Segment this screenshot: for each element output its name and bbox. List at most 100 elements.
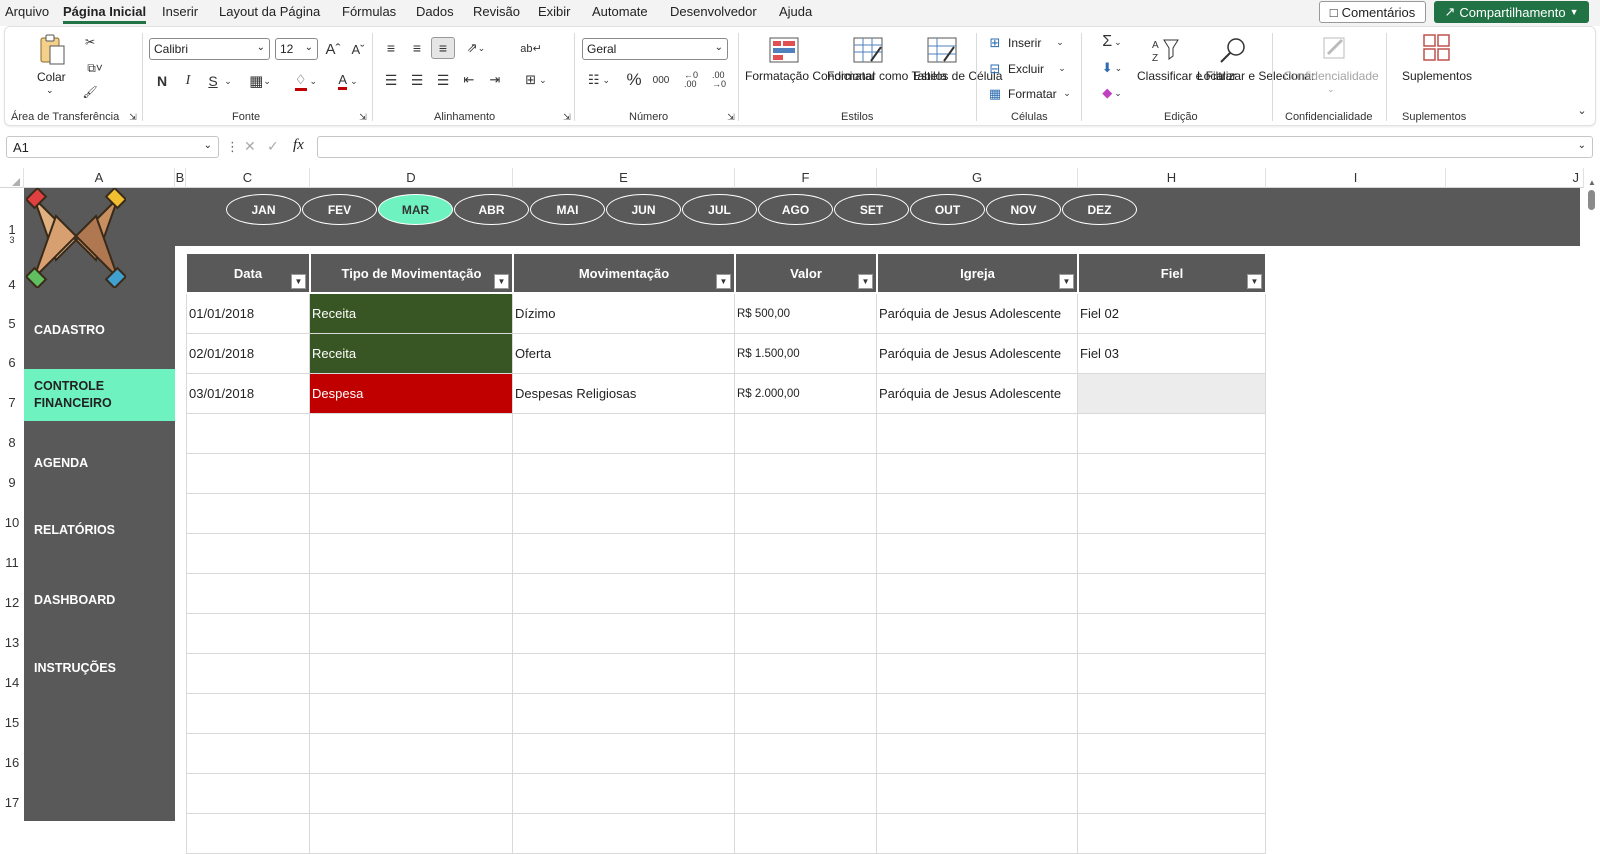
table-cell[interactable] — [877, 614, 1078, 654]
percent-icon[interactable]: % — [624, 70, 644, 90]
clipboard-launcher-icon[interactable]: ⇲ — [127, 111, 139, 123]
table-cell[interactable]: R$ 2.000,00 — [735, 374, 877, 414]
font-color-icon[interactable]: A ⌄ — [332, 71, 364, 91]
table-cell[interactable] — [877, 654, 1078, 694]
column-header-b[interactable]: B — [175, 168, 186, 188]
accounting-format-icon[interactable]: ☷ ⌄ — [582, 71, 616, 89]
chevron-down-icon[interactable]: ⌄ — [1057, 62, 1067, 74]
row-header[interactable]: 3 — [0, 236, 24, 245]
column-header-c[interactable]: C — [186, 168, 310, 188]
column-header-i[interactable]: I — [1266, 168, 1446, 188]
table-cell[interactable] — [513, 694, 735, 734]
table-cell[interactable]: R$ 500,00 — [735, 294, 877, 334]
sort-filter-icon[interactable]: AZ — [1150, 35, 1182, 65]
share-button[interactable]: ↗ Compartilhamento ▼ — [1434, 1, 1589, 23]
table-cell[interactable] — [877, 734, 1078, 774]
table-cell[interactable] — [877, 694, 1078, 734]
menu-formulas[interactable]: Fórmulas — [342, 4, 396, 19]
format-as-table-icon[interactable] — [852, 35, 884, 65]
find-select-icon[interactable] — [1217, 35, 1249, 65]
format-cells-icon[interactable]: ▦ — [986, 86, 1004, 102]
clear-icon[interactable]: ◆ ⌄ — [1097, 84, 1127, 102]
orientation-icon[interactable]: ⇗ ⌄ — [461, 39, 491, 57]
align-middle-icon[interactable]: ≡ — [408, 39, 426, 57]
table-cell[interactable] — [310, 414, 513, 454]
month-button-fev[interactable]: FEV — [302, 194, 377, 225]
insert-cells-label[interactable]: Inserir — [1008, 36, 1041, 51]
row-header[interactable]: 6 — [0, 355, 24, 370]
wrap-text-icon[interactable]: ab↵ — [520, 39, 541, 57]
row-header[interactable]: 11 — [0, 555, 24, 570]
row-header[interactable]: 9 — [0, 475, 24, 490]
format-cells-label[interactable]: Formatar — [1008, 87, 1057, 102]
table-cell[interactable] — [186, 814, 310, 854]
month-button-jul[interactable]: JUL — [682, 194, 757, 225]
nav-agenda[interactable]: AGENDA — [24, 455, 175, 475]
filter-dropdown-icon[interactable]: ▼ — [291, 274, 306, 289]
month-button-jun[interactable]: JUN — [606, 194, 681, 225]
number-format-select[interactable]: Geral ⌄ — [582, 38, 728, 60]
month-button-nov[interactable]: NOV — [986, 194, 1061, 225]
scroll-thumb[interactable] — [1588, 190, 1595, 210]
menu-layout[interactable]: Layout da Página — [219, 4, 320, 19]
table-cell[interactable] — [735, 734, 877, 774]
table-cell[interactable] — [735, 814, 877, 854]
filter-dropdown-icon[interactable]: ▼ — [494, 274, 509, 289]
table-cell[interactable] — [1078, 494, 1266, 534]
table-cell[interactable] — [1078, 734, 1266, 774]
fill-icon[interactable]: ⬇ ⌄ — [1097, 59, 1127, 77]
nav-relatorios[interactable]: RELATÓRIOS — [24, 522, 175, 542]
table-cell[interactable] — [513, 574, 735, 614]
table-cell[interactable] — [310, 654, 513, 694]
cancel-icon[interactable]: ✕ — [244, 138, 256, 155]
font-launcher-icon[interactable]: ⇲ — [357, 111, 369, 123]
table-cell[interactable] — [186, 414, 310, 454]
row-header[interactable]: 7 — [0, 395, 24, 410]
menu-ajuda[interactable]: Ajuda — [779, 4, 812, 19]
table-cell[interactable] — [513, 814, 735, 854]
insert-function-icon[interactable]: fx — [293, 137, 304, 154]
table-cell[interactable] — [513, 494, 735, 534]
row-header[interactable]: 8 — [0, 435, 24, 450]
chevron-down-icon[interactable]: ⌄ — [223, 71, 233, 91]
menu-desenvolvedor[interactable]: Desenvolvedor — [670, 4, 757, 19]
table-cell[interactable] — [877, 454, 1078, 494]
row-header[interactable]: 16 — [0, 755, 24, 770]
table-cell[interactable]: 02/01/2018 — [186, 334, 310, 374]
delete-cells-icon[interactable]: ⊟ — [986, 61, 1004, 77]
increase-indent-icon[interactable]: ⇥ — [486, 71, 504, 89]
table-cell[interactable]: Despesa — [310, 374, 513, 414]
nav-dashboard[interactable]: DASHBOARD — [24, 592, 175, 612]
fill-color-icon[interactable]: ♢ ⌄ — [290, 71, 322, 91]
table-cell[interactable] — [1078, 694, 1266, 734]
table-cell[interactable] — [1078, 774, 1266, 814]
table-cell[interactable] — [513, 534, 735, 574]
addins-icon[interactable] — [1421, 33, 1453, 63]
table-cell[interactable]: R$ 1.500,00 — [735, 334, 877, 374]
month-button-set[interactable]: SET — [834, 194, 909, 225]
table-cell[interactable] — [310, 694, 513, 734]
table-cell[interactable]: Fiel 02 — [1078, 294, 1266, 334]
table-cell[interactable] — [186, 574, 310, 614]
month-button-dez[interactable]: DEZ — [1062, 194, 1137, 225]
table-cell[interactable] — [1078, 414, 1266, 454]
table-cell[interactable] — [1078, 574, 1266, 614]
table-cell[interactable] — [186, 694, 310, 734]
align-bottom-icon[interactable]: ≡ — [431, 37, 455, 59]
table-cell[interactable] — [310, 574, 513, 614]
row-header[interactable]: 10 — [0, 515, 24, 530]
row-header[interactable]: 15 — [0, 715, 24, 730]
table-cell[interactable] — [877, 774, 1078, 814]
comma-style-icon[interactable]: 000 — [650, 71, 672, 89]
scroll-up-icon[interactable]: ▲ — [1588, 178, 1596, 187]
month-button-abr[interactable]: ABR — [454, 194, 529, 225]
table-cell[interactable] — [735, 454, 877, 494]
row-header[interactable]: 4 — [0, 277, 24, 292]
table-cell[interactable]: 03/01/2018 — [186, 374, 310, 414]
borders-icon[interactable]: ▦ ⌄ — [245, 71, 275, 91]
decrease-font-icon[interactable]: Aˇ — [348, 39, 368, 59]
align-top-icon[interactable]: ≡ — [382, 39, 400, 57]
formula-input[interactable]: ⌄ — [317, 136, 1593, 158]
column-header-h[interactable]: H — [1078, 168, 1266, 188]
table-cell[interactable] — [735, 614, 877, 654]
